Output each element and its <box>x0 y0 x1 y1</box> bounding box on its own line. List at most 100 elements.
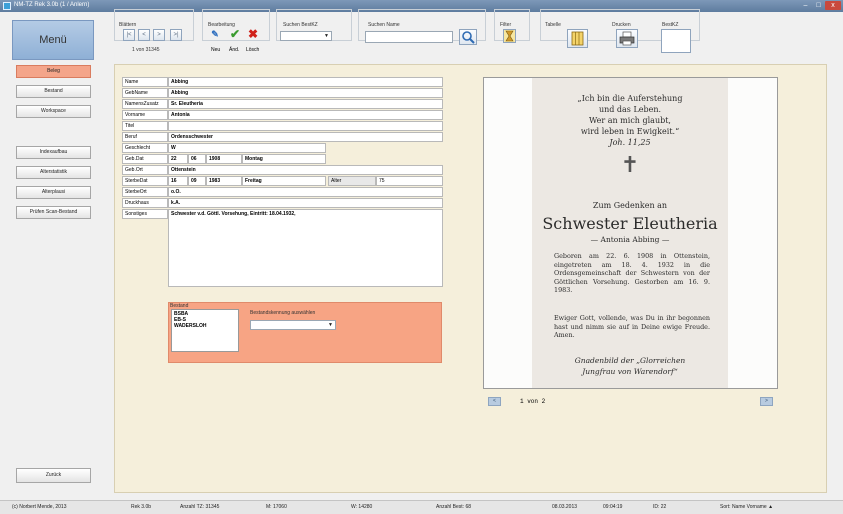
card-prayer: Ewiger Gott, vollende, was Du in ihr beg… <box>554 314 710 340</box>
back-button[interactable]: Zurück <box>16 468 91 483</box>
first-record-button[interactable]: |< <box>123 29 135 41</box>
change-label: Änd. <box>229 47 240 53</box>
suchen-bestkz-label: Suchen BestKZ <box>283 22 318 28</box>
titel-label: Titel <box>122 121 168 131</box>
status-copyright: (c) Norbert Mende, 2013 <box>12 504 67 510</box>
gebort-field[interactable]: Ottenstein <box>168 165 443 175</box>
status-sort: Sort: Name Vorname ▲ <box>720 504 774 510</box>
search-icon <box>462 31 475 44</box>
card-bio: Geboren am 22. 6. 1908 in Ottenstein, ei… <box>554 252 710 295</box>
sidebar-item-bestand[interactable]: Bestand <box>16 85 91 98</box>
hourglass-icon <box>505 30 514 42</box>
sidebar-item-pruefen-scan-bestand[interactable]: Prüfen Scan-Bestand <box>16 206 91 219</box>
geschlecht-field[interactable]: W <box>168 143 326 153</box>
gebdat-day-field[interactable]: 22 <box>168 154 188 164</box>
tabelle-label: Tabelle <box>545 22 561 28</box>
sonstiges-field[interactable]: Schwester v.d. Göttl. Vorsehung, Eintrit… <box>168 209 443 287</box>
new-record-icon[interactable]: ✎ <box>208 27 222 41</box>
sterbedat-label: SterbeDat <box>122 176 168 186</box>
gebname-field[interactable]: Abbing <box>168 88 443 98</box>
bestkz-label: BestKZ <box>662 22 679 28</box>
new-label: Neu <box>211 47 221 53</box>
card-footer-line-2: Jungfrau von Warendorf“ <box>582 367 678 376</box>
delete-label: Lösch <box>246 47 260 53</box>
chevron-down-icon: ▼ <box>328 322 333 328</box>
table-icon <box>571 31 584 46</box>
card-quote-line-1: „Ich bin die Auferstehung <box>577 94 683 103</box>
card-gedenken: Zum Gedenken an <box>592 201 668 210</box>
bestand-list[interactable]: BSBA EB-S WADERSLOH <box>171 309 239 352</box>
tabelle-button[interactable] <box>567 29 588 48</box>
sterbedat-year-field[interactable]: 1983 <box>206 176 242 186</box>
geschlecht-label: Geschlecht <box>122 143 168 153</box>
alter-field[interactable]: 75 <box>376 176 443 186</box>
gebdat-month-field[interactable]: 06 <box>188 154 206 164</box>
delete-icon[interactable]: ✖ <box>246 27 260 41</box>
image-prev-button[interactable]: < <box>488 397 501 406</box>
last-record-button[interactable]: >| <box>170 29 182 41</box>
checkmark-icon[interactable]: ✔ <box>228 27 242 41</box>
gebdat-label: Geb.Dat <box>122 154 168 164</box>
sterbeort-field[interactable]: o.O. <box>168 187 443 197</box>
bestkz-box[interactable] <box>661 29 691 53</box>
sidebar-item-indexaufbau[interactable]: Indexaufbau <box>16 146 91 159</box>
menu-header[interactable]: Menü <box>12 20 94 60</box>
printer-icon <box>619 31 635 46</box>
app-icon <box>3 2 11 10</box>
sidebar-item-alterstatistik[interactable]: Alterstatistik <box>16 166 91 179</box>
sidebar-item-beleg[interactable]: Beleg <box>16 65 91 78</box>
sonstiges-label: Sonstiges <box>122 209 168 219</box>
vorname-field[interactable]: Antonia <box>168 110 443 120</box>
chevron-down-icon: ▼ <box>324 33 329 39</box>
status-w: W: 14280 <box>351 504 373 510</box>
image-page-indicator: 1 von 2 <box>520 398 546 405</box>
image-next-button[interactable]: > <box>760 397 773 406</box>
gebname-label: GebName <box>122 88 168 98</box>
status-anzahl-best: Anzahl Best: 68 <box>436 504 472 510</box>
namenszusatz-label: NamensZusatz <box>122 99 168 109</box>
window-title: NM-TZ Rek 3.0b (1 / Anlern) <box>14 2 90 8</box>
sidebar-item-workspace[interactable]: Workspace <box>16 105 91 118</box>
gebdat-year-field[interactable]: 1908 <box>206 154 242 164</box>
namenszusatz-field[interactable]: Sr. Eleutheria <box>168 99 443 109</box>
name-field[interactable]: Abbing <box>168 77 443 87</box>
sterbedat-month-field[interactable]: 09 <box>188 176 206 186</box>
vorname-label: Vorname <box>122 110 168 120</box>
beruf-field[interactable]: Ordensschwester <box>168 132 443 142</box>
titel-field[interactable] <box>168 121 443 131</box>
blaettern-label: Blättern <box>119 22 137 28</box>
suchen-name-label: Suchen Name <box>368 22 400 28</box>
search-button[interactable] <box>459 29 477 45</box>
filter-label: Filter <box>500 22 512 28</box>
list-item[interactable]: WADERSLOH <box>174 323 236 329</box>
next-record-button[interactable]: > <box>153 29 165 41</box>
drucken-label: Drucken <box>612 22 631 28</box>
status-m: M: 17060 <box>266 504 287 510</box>
status-id: ID: 22 <box>653 504 667 510</box>
beruf-label: Beruf <box>122 132 168 142</box>
sterbedat-day-field[interactable]: 16 <box>168 176 188 186</box>
filter-button[interactable] <box>503 29 516 43</box>
bestandskennung-select[interactable]: ▼ <box>250 320 336 330</box>
close-button[interactable]: x <box>825 1 841 10</box>
status-bar: (c) Norbert Mende, 2013 Rek 3.0b Anzahl … <box>0 500 843 514</box>
druckhaus-field[interactable]: k.A. <box>168 198 443 208</box>
name-search-input[interactable] <box>365 31 453 43</box>
sidebar-item-alterplausi[interactable]: Alterplausi <box>16 186 91 199</box>
card-quote-ref: Joh. 11,25 <box>609 138 651 147</box>
card-quote-line-3: Wer an mich glaubt, <box>589 116 671 125</box>
drucken-button[interactable] <box>616 29 638 48</box>
maximize-button[interactable]: □ <box>812 1 825 10</box>
status-anzahl-tz: Anzahl TZ: 31345 <box>180 504 220 510</box>
prev-record-button[interactable]: < <box>138 29 150 41</box>
minimize-button[interactable]: – <box>799 1 812 10</box>
card-quote-line-4: wird leben in Ewigkeit.“ <box>580 127 680 136</box>
sterbeort-label: SterbeOrt <box>122 187 168 197</box>
name-label: Name <box>122 77 168 87</box>
card-subname: — Antonia Abbing — <box>590 235 670 244</box>
status-time: 09:04:19 <box>603 504 623 510</box>
alter-label: Alter <box>328 176 376 186</box>
bestkz-search-combo[interactable]: ▼ <box>280 31 332 41</box>
card-footer-line-1: Gnadenbild der „Glorreichen <box>574 356 686 365</box>
sterbedat-weekday: Freitag <box>242 176 326 186</box>
